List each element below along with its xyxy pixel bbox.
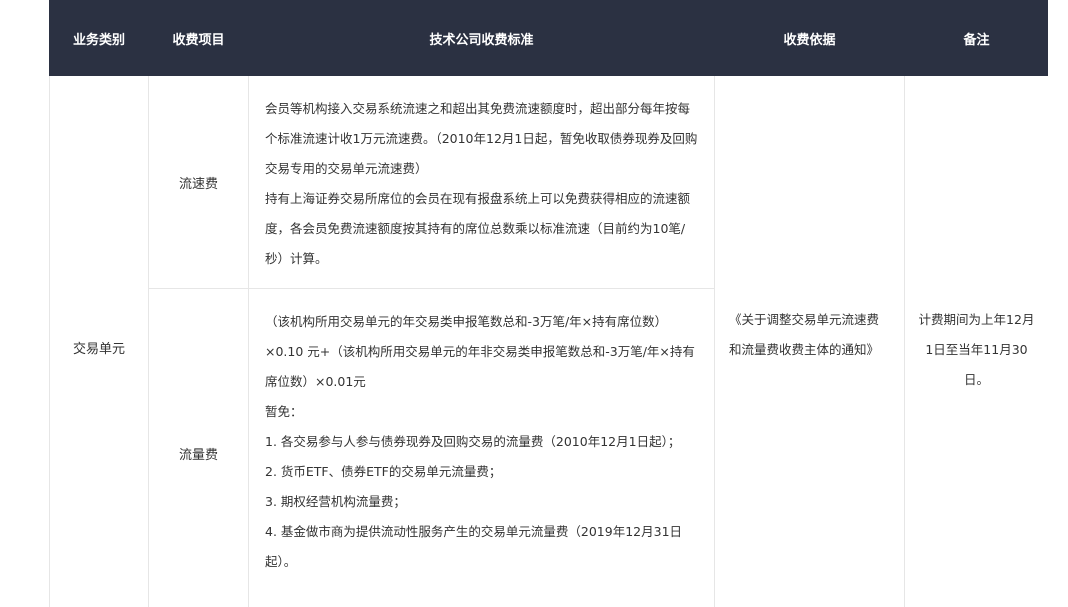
header-business-category: 业务类别 (49, 0, 149, 76)
fee-table: 业务类别 收费项目 技术公司收费标准 收费依据 备注 交易单元 流速费 会员等机… (49, 0, 1048, 607)
header-fee-standard: 技术公司收费标准 (248, 0, 715, 76)
table-header: 业务类别 收费项目 技术公司收费标准 收费依据 备注 (49, 0, 1048, 76)
remark-text: 计费期间为上年12月1日至当年11月30日。 (918, 312, 1035, 387)
fee-standard-cell: 会员等机构接入交易系统流速之和超出其免费流速额度时，超出部分每年按每个标准流速计… (248, 75, 715, 289)
table-body: 交易单元 流速费 会员等机构接入交易系统流速之和超出其免费流速额度时，超出部分每… (49, 75, 1048, 607)
standard-paragraph: （该机构所用交易单元的年交易类申报笔数总和-3万笔/年×持有席位数）×0.10 … (265, 314, 695, 389)
fee-table-container: 业务类别 收费项目 技术公司收费标准 收费依据 备注 交易单元 流速费 会员等机… (49, 0, 1048, 607)
header-remark: 备注 (904, 0, 1048, 76)
table-row: 交易单元 流速费 会员等机构接入交易系统流速之和超出其免费流速额度时，超出部分每… (49, 75, 1048, 607)
fee-item-cell: 流速费 (148, 75, 249, 289)
standard-paragraph: 持有上海证券交易所席位的会员在现有报盘系统上可以免费获得相应的流速额度，各会员免… (265, 191, 691, 266)
standard-paragraph: 4. 基金做市商为提供流动性服务产生的交易单元流量费（2019年12月31日起）… (265, 524, 683, 569)
business-category-cell: 交易单元 (49, 75, 149, 607)
standard-paragraph: 会员等机构接入交易系统流速之和超出其免费流速额度时，超出部分每年按每个标准流速计… (265, 101, 698, 176)
remark-cell: 计费期间为上年12月1日至当年11月30日。 (904, 75, 1048, 607)
standard-paragraph: 2. 货币ETF、债券ETF的交易单元流量费； (265, 464, 502, 479)
standard-paragraph: 暂免： (265, 404, 303, 419)
fee-item-cell: 流量费 (148, 288, 249, 607)
header-fee-item: 收费项目 (148, 0, 249, 76)
fee-standard-cell: （该机构所用交易单元的年交易类申报笔数总和-3万笔/年×持有席位数）×0.10 … (248, 288, 715, 607)
header-row: 业务类别 收费项目 技术公司收费标准 收费依据 备注 (49, 0, 1048, 76)
header-fee-basis: 收费依据 (714, 0, 905, 76)
standard-paragraph: 3. 期权经营机构流量费； (265, 494, 406, 509)
fee-basis-text: 《关于调整交易单元流速费和流量费收费主体的通知》 (729, 312, 880, 357)
fee-basis-cell: 《关于调整交易单元流速费和流量费收费主体的通知》 (714, 75, 905, 607)
standard-paragraph: 1. 各交易参与人参与债券现券及回购交易的流量费（2010年12月1日起）； (265, 434, 681, 449)
